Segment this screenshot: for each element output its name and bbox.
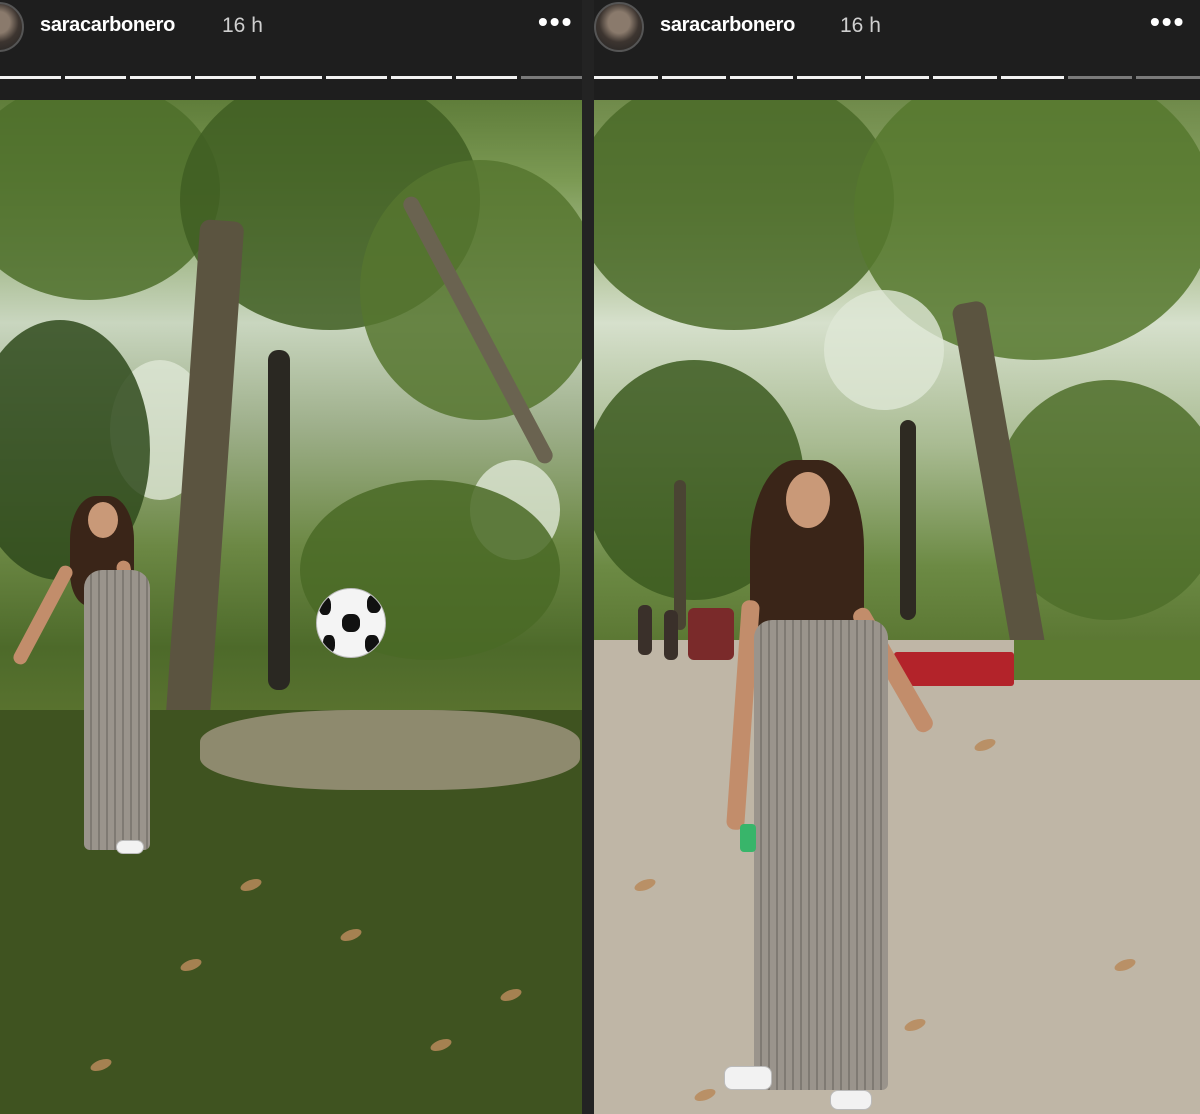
progress-segment: [260, 76, 322, 79]
progress-segment: [455, 76, 517, 79]
tree-trunk: [900, 420, 916, 620]
story-header: saracarbonero 16 h •••: [0, 0, 582, 100]
progress-segment: [195, 76, 257, 79]
timestamp: 16 h: [222, 14, 263, 37]
soccer-ball: [316, 588, 386, 658]
story-progress-bar: [594, 76, 1200, 80]
story-photo: [594, 100, 1200, 1114]
bystander: [664, 610, 678, 660]
progress-segment: [520, 76, 582, 79]
timestamp: 16 h: [840, 14, 881, 37]
story-header: saracarbonero 16 h •••: [594, 0, 1200, 100]
progress-segment: [1068, 76, 1133, 79]
username[interactable]: saracarbonero: [660, 14, 795, 37]
tree-trunk: [268, 350, 290, 690]
avatar[interactable]: [0, 2, 24, 52]
bystander: [638, 605, 652, 655]
progress-segment: [130, 76, 192, 79]
tree-canopy: [360, 160, 582, 420]
progress-segment: [1136, 76, 1200, 79]
progress-segment: [797, 76, 862, 79]
progress-segment: [390, 76, 452, 79]
more-horizontal-icon[interactable]: •••: [538, 6, 573, 38]
more-horizontal-icon[interactable]: •••: [1150, 6, 1185, 38]
sky-patch: [824, 290, 944, 410]
username[interactable]: saracarbonero: [40, 14, 175, 37]
grass: [1014, 640, 1200, 680]
avatar[interactable]: [594, 2, 644, 52]
divider: [582, 0, 594, 1114]
progress-segment: [865, 76, 929, 79]
progress-segment: [594, 76, 658, 79]
progress-segment: [729, 76, 794, 79]
story-panel-right[interactable]: saracarbonero 16 h •••: [594, 0, 1200, 1114]
tree-trunk: [674, 480, 686, 630]
progress-segment: [65, 76, 127, 79]
bystander: [688, 608, 734, 660]
progress-segment: [932, 76, 997, 79]
progress-segment: [325, 76, 387, 79]
story-photo: [0, 100, 582, 1114]
story-progress-bar: [0, 76, 582, 80]
progress-segment: [1000, 76, 1065, 79]
tree-canopy: [594, 100, 894, 330]
progress-segment: [0, 76, 62, 79]
story-panel-left[interactable]: saracarbonero 16 h •••: [0, 0, 582, 1114]
green-phone: [740, 824, 756, 852]
sunlit-ground: [200, 710, 580, 790]
red-bench: [894, 652, 1014, 686]
progress-segment: [661, 76, 726, 79]
park-path: [594, 640, 1200, 1114]
